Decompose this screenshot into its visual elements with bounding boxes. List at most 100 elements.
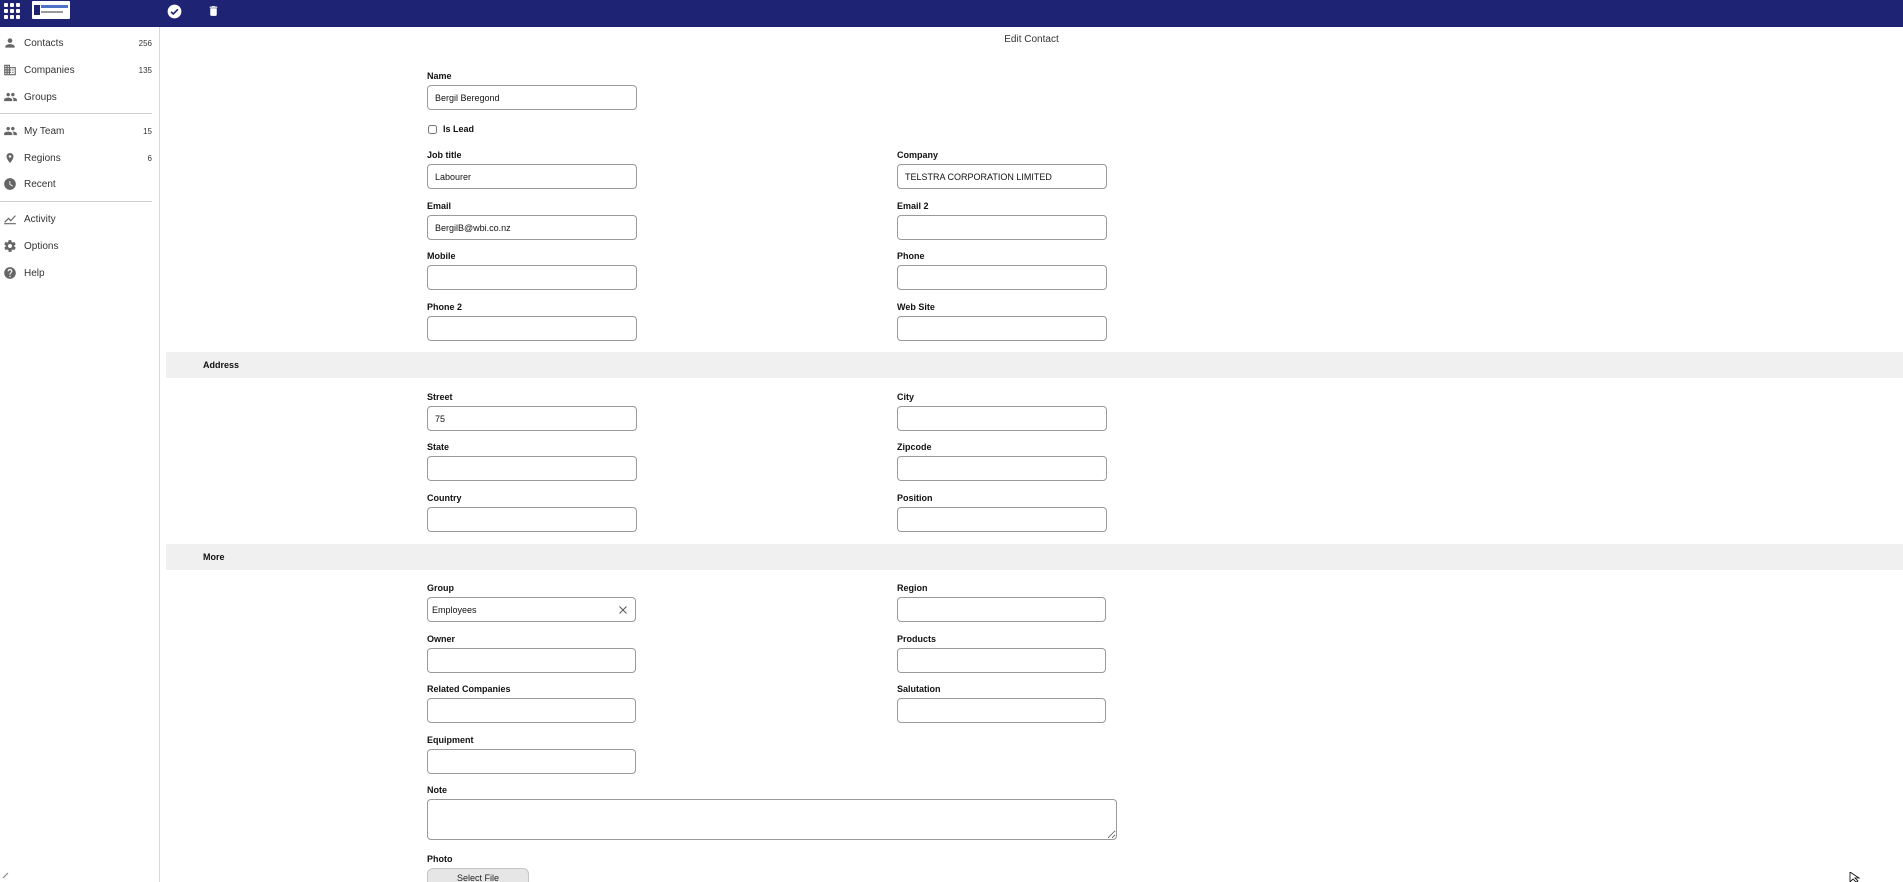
sidebar-item-activity[interactable]: Activity	[0, 208, 152, 230]
sidebar-item-my-team[interactable]: My Team 15	[0, 120, 152, 142]
sidebar-item-label: Options	[24, 240, 59, 252]
country-input[interactable]	[427, 507, 637, 532]
is-lead-checkbox[interactable]	[428, 124, 437, 134]
website-label: Web Site	[897, 302, 935, 312]
street-input[interactable]	[427, 406, 637, 431]
phone-field-group: Phone	[897, 250, 1107, 290]
related-companies-field-group: Related Companies	[427, 683, 637, 723]
team-icon	[2, 123, 18, 139]
group-select-value: Employees	[432, 605, 477, 615]
state-label: State	[427, 442, 450, 452]
phone-label: Phone	[897, 251, 925, 261]
zipcode-input[interactable]	[897, 456, 1107, 481]
sidebar: Contacts 256 Companies 135 Groups My Tea…	[0, 27, 160, 882]
equipment-select[interactable]	[427, 749, 636, 774]
email-input[interactable]	[427, 215, 637, 240]
owner-field-group: Owner	[427, 633, 637, 673]
owner-label: Owner	[427, 634, 456, 644]
job-title-field-group: Job title	[427, 149, 637, 189]
sidebar-divider	[0, 113, 152, 114]
website-input[interactable]	[897, 316, 1107, 341]
equipment-field-group: Equipment	[427, 734, 637, 774]
brand-logo	[32, 1, 70, 19]
sidebar-item-regions[interactable]: Regions 6	[0, 147, 152, 169]
state-input[interactable]	[427, 456, 637, 481]
country-field-group: Country	[427, 492, 637, 532]
products-select[interactable]	[897, 648, 1106, 673]
company-field-group: Company	[897, 149, 1107, 189]
sidebar-item-companies[interactable]: Companies 135	[0, 59, 152, 81]
company-input[interactable]	[897, 164, 1107, 189]
salutation-label: Salutation	[897, 684, 941, 694]
sidebar-item-count: 6	[147, 153, 152, 163]
mobile-field-group: Mobile	[427, 250, 637, 290]
person-icon	[2, 35, 18, 51]
sidebar-item-label: Groups	[24, 91, 57, 103]
chart-icon	[2, 211, 18, 227]
is-lead-row[interactable]: Is Lead	[428, 124, 474, 134]
photo-field-group: Photo	[427, 853, 637, 865]
more-section-header: More	[166, 544, 1903, 570]
position-input[interactable]	[897, 507, 1107, 532]
is-lead-label: Is Lead	[443, 124, 475, 134]
close-icon[interactable]	[617, 604, 629, 616]
sidebar-item-help[interactable]: Help	[0, 262, 152, 284]
photo-label: Photo	[427, 854, 453, 864]
email2-field-group: Email 2	[897, 200, 1107, 240]
save-button[interactable]	[163, 1, 185, 21]
apps-grid-icon[interactable]	[4, 3, 20, 19]
page-title: Edit Contact	[1004, 34, 1059, 45]
region-label: Region	[897, 583, 928, 593]
note-label: Note	[427, 785, 447, 795]
position-label: Position	[897, 493, 933, 503]
sidebar-item-label: Activity	[24, 213, 56, 225]
city-label: City	[897, 392, 915, 402]
phone2-label: Phone 2	[427, 302, 463, 312]
sidebar-item-label: Help	[24, 267, 45, 279]
job-title-input[interactable]	[427, 164, 637, 189]
mouse-cursor-icon	[1849, 872, 1861, 882]
sidebar-item-recent[interactable]: Recent	[0, 173, 152, 195]
related-companies-select[interactable]	[427, 698, 636, 723]
phone-input[interactable]	[897, 265, 1107, 290]
email2-label: Email 2	[897, 201, 929, 211]
city-input[interactable]	[897, 406, 1107, 431]
sidebar-item-label: Regions	[24, 152, 61, 164]
delete-button[interactable]	[202, 1, 224, 21]
group-select[interactable]: Employees	[427, 597, 636, 622]
position-field-group: Position	[897, 492, 1107, 532]
select-file-button[interactable]: Select File	[427, 868, 529, 882]
website-field-group: Web Site	[897, 301, 1107, 341]
sidebar-item-contacts[interactable]: Contacts 256	[0, 32, 152, 54]
mobile-label: Mobile	[427, 251, 456, 261]
sidebar-item-groups[interactable]: Groups	[0, 86, 152, 108]
sidebar-item-options[interactable]: Options	[0, 235, 152, 257]
note-textarea[interactable]	[427, 799, 1117, 840]
state-field-group: State	[427, 441, 637, 481]
note-field-group: Note	[427, 784, 1127, 840]
group-label: Group	[427, 583, 454, 593]
owner-select[interactable]	[427, 648, 636, 673]
sidebar-item-label: My Team	[24, 125, 65, 137]
salutation-select[interactable]	[897, 698, 1106, 723]
email2-input[interactable]	[897, 215, 1107, 240]
country-label: Country	[427, 493, 462, 503]
sidebar-item-count: 135	[138, 65, 152, 75]
address-section-header: Address	[166, 352, 1903, 378]
sidebar-item-label: Recent	[24, 178, 56, 190]
mobile-input[interactable]	[427, 265, 637, 290]
address-section-title: Address	[203, 360, 240, 370]
company-label: Company	[897, 150, 939, 160]
clock-icon	[2, 176, 18, 192]
zipcode-label: Zipcode	[897, 442, 932, 452]
gear-icon	[2, 238, 18, 254]
equipment-label: Equipment	[427, 735, 474, 745]
region-select[interactable]	[897, 597, 1106, 622]
related-companies-label: Related Companies	[427, 684, 511, 694]
phone2-input[interactable]	[427, 316, 637, 341]
name-input[interactable]	[427, 85, 637, 110]
street-label: Street	[427, 392, 453, 402]
salutation-field-group: Salutation	[897, 683, 1107, 723]
location-pin-icon	[2, 150, 18, 166]
chevron-left-icon[interactable]	[0, 870, 12, 882]
